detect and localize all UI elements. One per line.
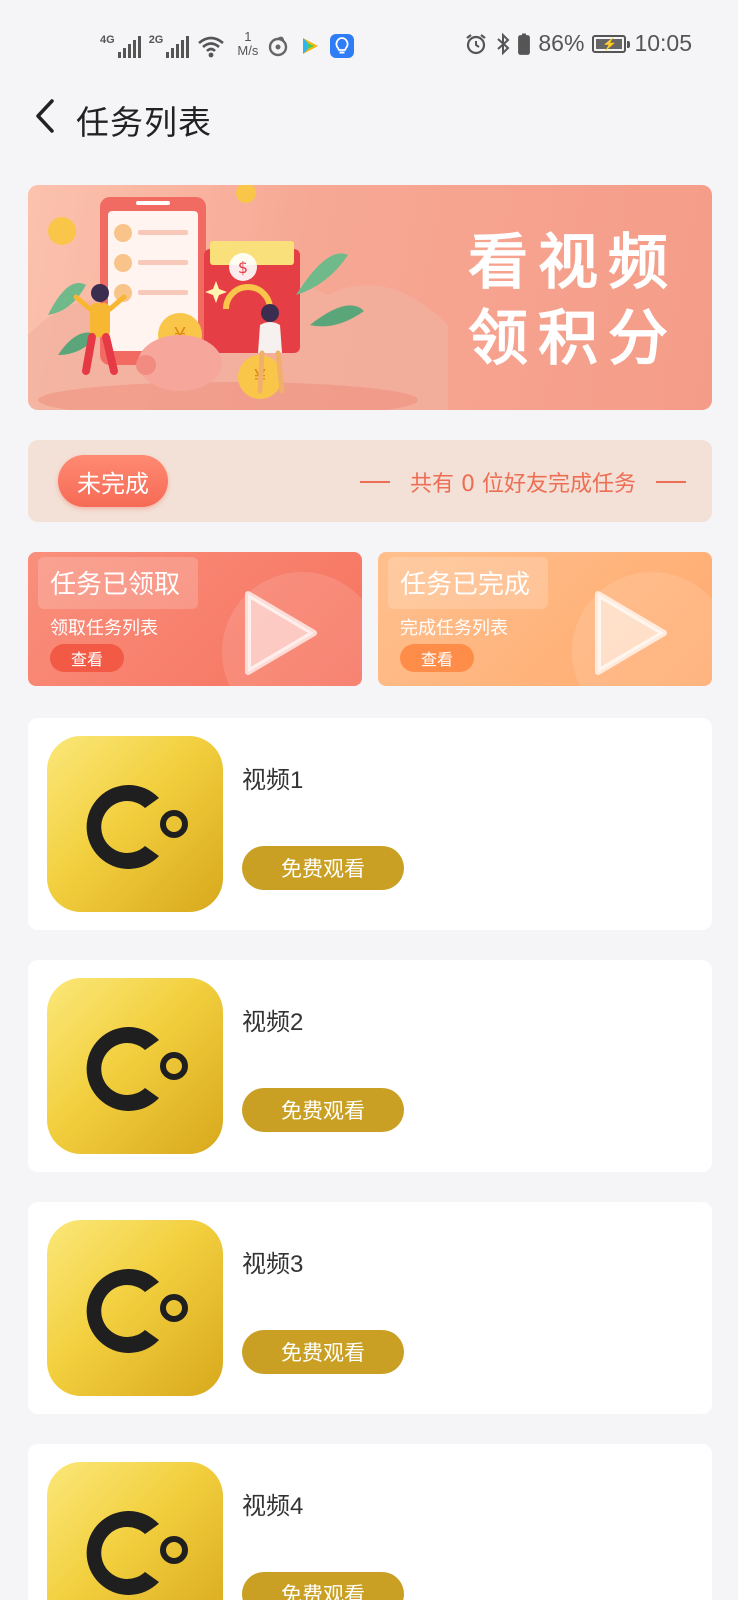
- net-speed-value: 1: [244, 29, 252, 44]
- video-list-item: 视频1 免费观看: [28, 718, 712, 930]
- signal-4g-label: 4G: [100, 34, 115, 46]
- watch-free-button[interactable]: 免费观看: [242, 1088, 404, 1132]
- watch-free-button[interactable]: 免费观看: [242, 846, 404, 890]
- go-logo-icon: [86, 785, 188, 869]
- task-card-title: 任务已领取: [50, 570, 181, 600]
- status-right: 86% ⚡ 10:05: [464, 30, 692, 57]
- video-list-item: 视频2 免费观看: [28, 960, 712, 1172]
- wifi-icon: [198, 36, 225, 58]
- clock-time: 10:05: [634, 30, 692, 56]
- view-completed-button[interactable]: 查看: [400, 644, 474, 672]
- video-title: 视频2: [242, 1009, 304, 1036]
- go-logo-icon: [86, 1269, 188, 1353]
- task-card-subtitle: 完成任务列表: [400, 618, 508, 639]
- netease-music-icon: [269, 36, 288, 57]
- video-title: 视频4: [242, 1493, 304, 1520]
- title-bar: 任务列表: [0, 92, 738, 142]
- chevron-left-icon: [36, 99, 54, 133]
- watch-free-button[interactable]: 免费观看: [242, 1330, 404, 1374]
- banner-line-2: 领积分: [468, 304, 678, 374]
- video-list-item: 视频4 免费观看: [28, 1444, 712, 1600]
- promo-banner[interactable]: ¥ ¥ $: [28, 185, 712, 410]
- banner-headline: 看视频 领积分: [468, 225, 688, 377]
- video-thumbnail[interactable]: [47, 1462, 223, 1600]
- play-icon: [245, 591, 317, 675]
- signal-2g-icon: 2G: [149, 34, 190, 58]
- bluetooth-icon: [497, 32, 510, 55]
- svg-text:$: $: [238, 258, 248, 277]
- go-logo-icon: [86, 1027, 188, 1111]
- task-card-subtitle: 领取任务列表: [50, 618, 158, 639]
- friends-summary-text: 共有 0 位好友完成任务: [410, 472, 636, 497]
- battery-charging-icon: ⚡: [592, 34, 631, 53]
- friends-summary: 共有 0 位好友完成任务: [360, 466, 686, 498]
- status-bar: 4G 2G 1 M/s 86% ⚡ 10:05: [0, 0, 738, 92]
- net-speed: 1 M/s: [237, 30, 258, 58]
- battery-saver-icon: [518, 33, 531, 55]
- video-thumbnail[interactable]: [47, 736, 223, 912]
- video-thumbnail[interactable]: [47, 978, 223, 1154]
- back-button[interactable]: [32, 96, 62, 136]
- battery-percent: 86%: [538, 30, 585, 56]
- page-title: 任务列表: [76, 103, 212, 142]
- video-title: 视频1: [242, 767, 304, 794]
- status-left: 4G 2G 1 M/s: [100, 30, 355, 58]
- signal-2g-label: 2G: [148, 34, 164, 46]
- screen: 4G 2G 1 M/s 86% ⚡ 10:05 任务列表 $ 看视频 领积分 未…: [0, 0, 738, 1600]
- alarm-icon: [466, 33, 487, 54]
- view-claimed-button[interactable]: 查看: [50, 644, 124, 672]
- banner-line-1: 看视频: [468, 228, 678, 298]
- video-title: 视频3: [242, 1251, 304, 1278]
- divider-left: [360, 481, 391, 483]
- lightbulb-app-icon: [330, 34, 355, 58]
- go-logo-icon: [86, 1511, 188, 1595]
- watch-free-button[interactable]: 免费观看: [242, 1572, 404, 1600]
- divider-right: [656, 481, 686, 483]
- play-icon: [595, 591, 667, 675]
- task-card-claimed[interactable]: 任务已领取 领取任务列表 查看: [28, 552, 362, 686]
- task-card-title: 任务已完成: [400, 570, 531, 600]
- friends-progress-strip: 未完成 共有 0 位好友完成任务: [28, 440, 712, 522]
- task-card-completed[interactable]: 任务已完成 完成任务列表 查看: [378, 552, 712, 686]
- video-thumbnail[interactable]: [47, 1220, 223, 1396]
- signal-4g-icon: 4G: [100, 34, 141, 58]
- net-speed-unit: M/s: [237, 43, 259, 58]
- video-app-icon: [303, 38, 319, 54]
- status-badge: 未完成: [58, 455, 168, 507]
- video-list-item: 视频3 免费观看: [28, 1202, 712, 1414]
